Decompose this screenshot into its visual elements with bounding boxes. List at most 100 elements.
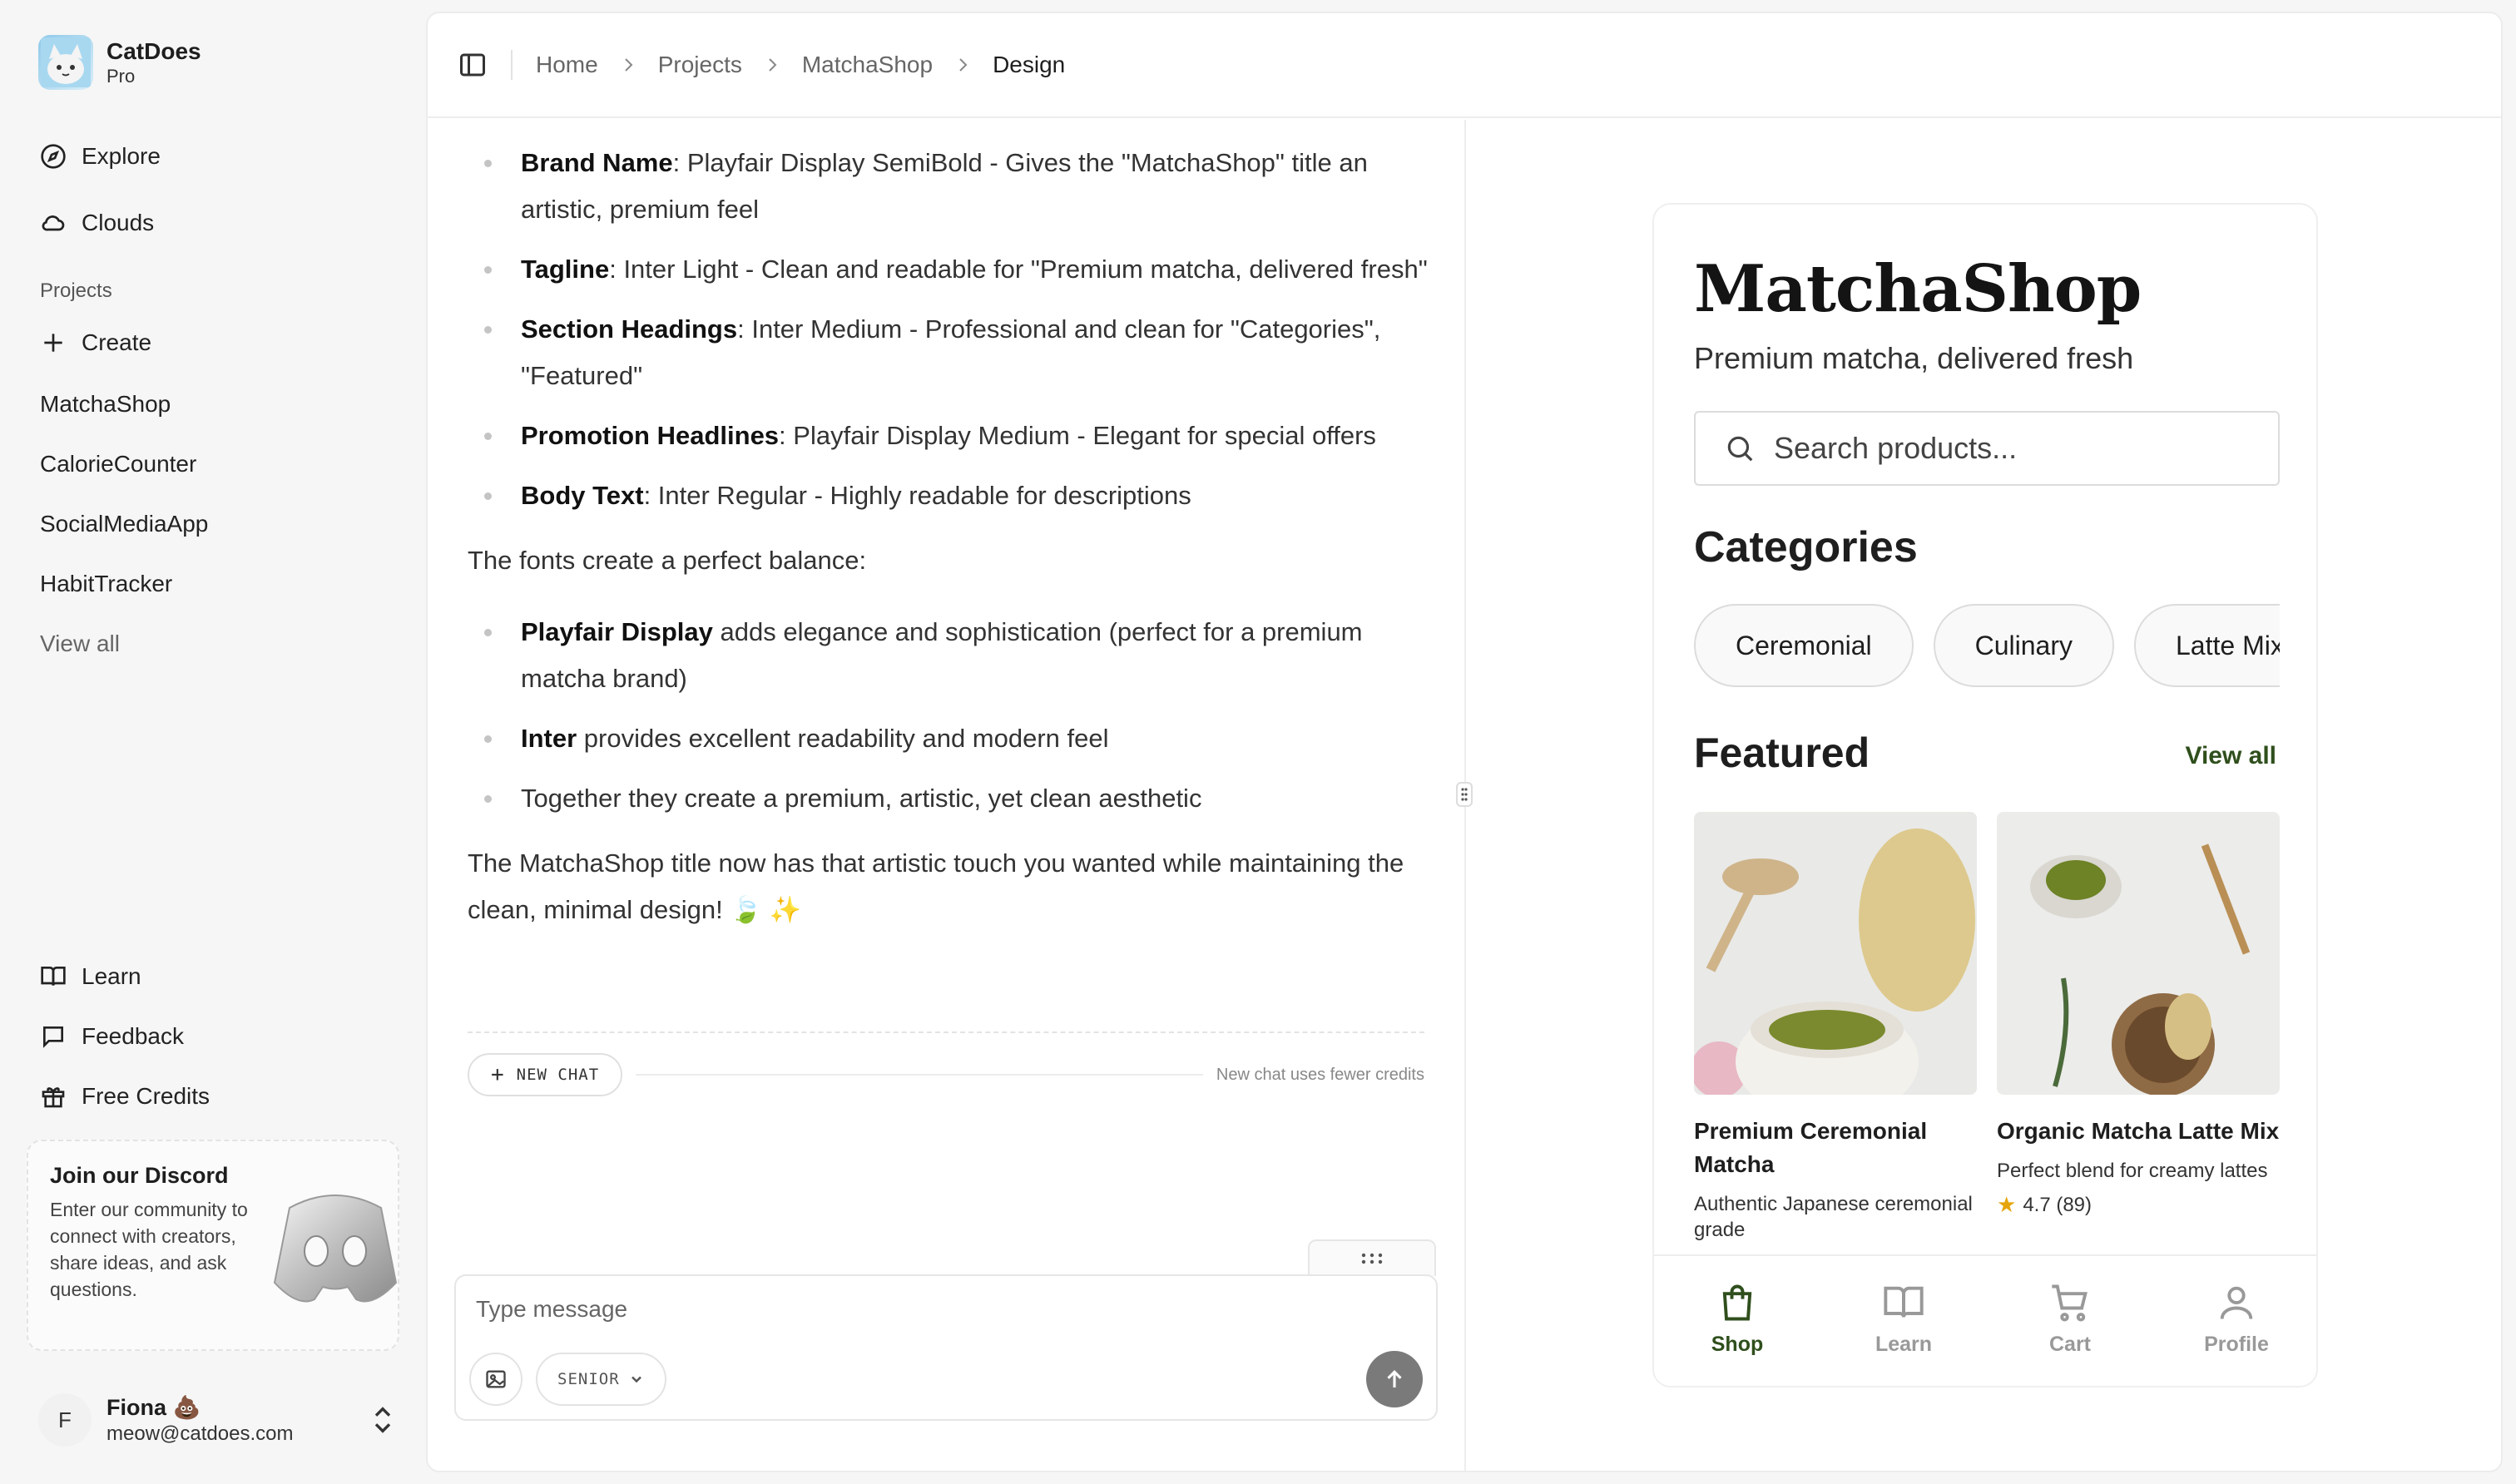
image-icon: [486, 1370, 506, 1388]
list-term: Section Headings: [521, 314, 738, 344]
new-chat-label: NEW CHAT: [516, 1066, 600, 1084]
breadcrumb-home[interactable]: Home: [536, 52, 598, 78]
sidebar-toggle-icon[interactable]: [458, 50, 488, 80]
list-text: : Playfair Display Medium - Elegant for …: [779, 421, 1376, 450]
list-text: provides excellent readability and moder…: [577, 724, 1109, 753]
open-book-icon: [1884, 1286, 1924, 1318]
project-item-habittracker[interactable]: HabitTracker: [40, 571, 172, 597]
nav-explore[interactable]: Explore: [40, 143, 161, 170]
discord-title: Join our Discord: [50, 1163, 229, 1188]
list-text: : Inter Light - Clean and readable for "…: [609, 255, 1428, 284]
message-input[interactable]: [476, 1291, 1408, 1328]
categories-heading: Categories: [1694, 523, 1918, 571]
tab-label: Learn: [1875, 1333, 1933, 1356]
nav-learn[interactable]: Learn: [40, 963, 141, 990]
topbar: Home Projects MatchaShop Design: [428, 13, 2501, 118]
breadcrumb-projects[interactable]: Projects: [658, 52, 742, 78]
plus-icon: [44, 334, 62, 352]
list-item: Body Text: Inter Regular - Highly readab…: [468, 472, 1433, 519]
product-card[interactable]: Organic Matcha Latte Mix Perfect blend f…: [1997, 812, 2280, 1218]
sidebar: CatDoes Pro Explore Clouds Projects Crea…: [0, 0, 426, 1484]
font-list: Brand Name: Playfair Display SemiBold - …: [468, 140, 1433, 519]
tab-label: Cart: [2048, 1333, 2091, 1356]
main-panel: Home Projects MatchaShop Design Brand Na…: [426, 12, 2503, 1472]
product-description: Perfect blend for creamy lattes: [1997, 1160, 2268, 1182]
list-term: Brand Name: [521, 148, 673, 177]
list-term: Tagline: [521, 255, 610, 284]
composer-resize-handle[interactable]: [1308, 1239, 1436, 1276]
product-search[interactable]: [1694, 411, 2280, 486]
new-chat-button[interactable]: + NEW CHAT: [468, 1053, 623, 1096]
project-item-matchashop[interactable]: MatchaShop: [40, 391, 171, 418]
nav-feedback[interactable]: Feedback: [40, 1023, 184, 1050]
nav-free-credits-label: Free Credits: [82, 1083, 210, 1109]
search-icon: [1727, 436, 1753, 462]
send-button[interactable]: [1366, 1351, 1423, 1407]
user-name: Fiona 💩: [106, 1395, 201, 1420]
user-email: meow@catdoes.com: [106, 1422, 294, 1445]
user-menu[interactable]: F Fiona 💩 meow@catdoes.com: [38, 1384, 396, 1456]
nav-clouds[interactable]: Clouds: [40, 210, 154, 236]
product-name: Organic Matcha Latte Mix: [1997, 1118, 2280, 1144]
list-item: Section Headings: Inter Medium - Profess…: [468, 306, 1433, 399]
grip-dots-icon: [1361, 1253, 1383, 1264]
product-rating: ★ 4.7 (89): [1997, 1192, 2280, 1218]
tab-label: Profile: [2204, 1333, 2269, 1356]
breadcrumb-matchashop[interactable]: MatchaShop: [802, 52, 933, 78]
nav-free-credits[interactable]: Free Credits: [40, 1083, 210, 1110]
chevron-down-icon: [631, 1376, 641, 1383]
new-chat-note: New chat uses fewer credits: [1216, 1065, 1424, 1084]
attach-image-button[interactable]: [469, 1353, 523, 1406]
tab-profile[interactable]: Profile: [2153, 1256, 2316, 1386]
brand-name: CatDoes: [106, 38, 201, 64]
list-term: Inter: [521, 724, 577, 753]
product-description: Authentic Japanese ceremonial grade: [1694, 1193, 1973, 1241]
category-chip-latte-mix[interactable]: Latte Mix: [2134, 604, 2280, 687]
nav-clouds-label: Clouds: [82, 210, 155, 235]
cloud-icon: [42, 215, 65, 231]
chevron-right-icon: [959, 58, 968, 72]
nav-feedback-label: Feedback: [82, 1023, 184, 1049]
list-term: Body Text: [521, 481, 644, 510]
list-term: Playfair Display: [521, 617, 713, 646]
chat-panel: Brand Name: Playfair Display SemiBold - …: [428, 120, 1466, 1471]
create-project-button[interactable]: Create: [40, 329, 151, 356]
compass-icon: [41, 144, 66, 169]
model-mode-dropdown[interactable]: SENIOR: [536, 1353, 666, 1406]
category-chip-ceremonial[interactable]: Ceremonial: [1694, 604, 1914, 687]
product-image: [1997, 812, 2280, 1095]
tab-learn[interactable]: Learn: [1820, 1256, 1987, 1386]
tab-cart[interactable]: Cart: [1987, 1256, 2153, 1386]
category-chips: Ceremonial Culinary Latte Mix: [1694, 604, 2280, 690]
discord-mascot-icon: [273, 1195, 398, 1303]
tab-shop[interactable]: Shop: [1654, 1256, 1820, 1386]
paragraph: The MatchaShop title now has that artist…: [468, 848, 1404, 924]
search-input[interactable]: [1774, 431, 2240, 466]
cart-icon: [2052, 1284, 2088, 1322]
app-tagline: Premium matcha, delivered fresh: [1694, 341, 2134, 375]
projects-view-all-link[interactable]: View all: [40, 631, 120, 657]
divider: [468, 1031, 1424, 1033]
tab-label: Shop: [1711, 1333, 1764, 1356]
discord-card[interactable]: Join our Discord Enter our community to …: [27, 1140, 399, 1351]
category-chip-culinary[interactable]: Culinary: [1933, 604, 2114, 687]
gift-icon: [42, 1087, 65, 1108]
featured-view-all-link[interactable]: View all: [2185, 742, 2276, 770]
project-item-caloriecounter[interactable]: CalorieCounter: [40, 451, 196, 477]
app-preview-panel: MatchaShop Premium matcha, delivered fre…: [1468, 120, 2501, 1471]
product-card[interactable]: Premium Ceremonial Matcha Authentic Japa…: [1694, 812, 1977, 1243]
brand-plan: Pro: [106, 66, 136, 87]
app-preview-screen: MatchaShop Premium matcha, delivered fre…: [1652, 203, 2318, 1388]
list-item: Brand Name: Playfair Display SemiBold - …: [468, 140, 1433, 233]
chevron-up-down-icon[interactable]: [369, 1403, 396, 1437]
balance-list: Playfair Display adds elegance and sophi…: [468, 609, 1433, 822]
app-title: MatchaShop: [1694, 251, 2142, 327]
assistant-message: Brand Name: Playfair Display SemiBold - …: [468, 120, 1433, 958]
list-item: Promotion Headlines: Playfair Display Me…: [468, 413, 1433, 459]
project-item-socialmediaapp[interactable]: SocialMediaApp: [40, 511, 208, 537]
chevron-right-icon: [624, 58, 633, 72]
message-composer: SENIOR: [454, 1274, 1438, 1421]
new-chat-row: + NEW CHAT New chat uses fewer credits: [468, 1053, 1424, 1096]
projects-section-label: Projects: [40, 279, 112, 302]
brand[interactable]: CatDoes Pro: [38, 35, 201, 90]
